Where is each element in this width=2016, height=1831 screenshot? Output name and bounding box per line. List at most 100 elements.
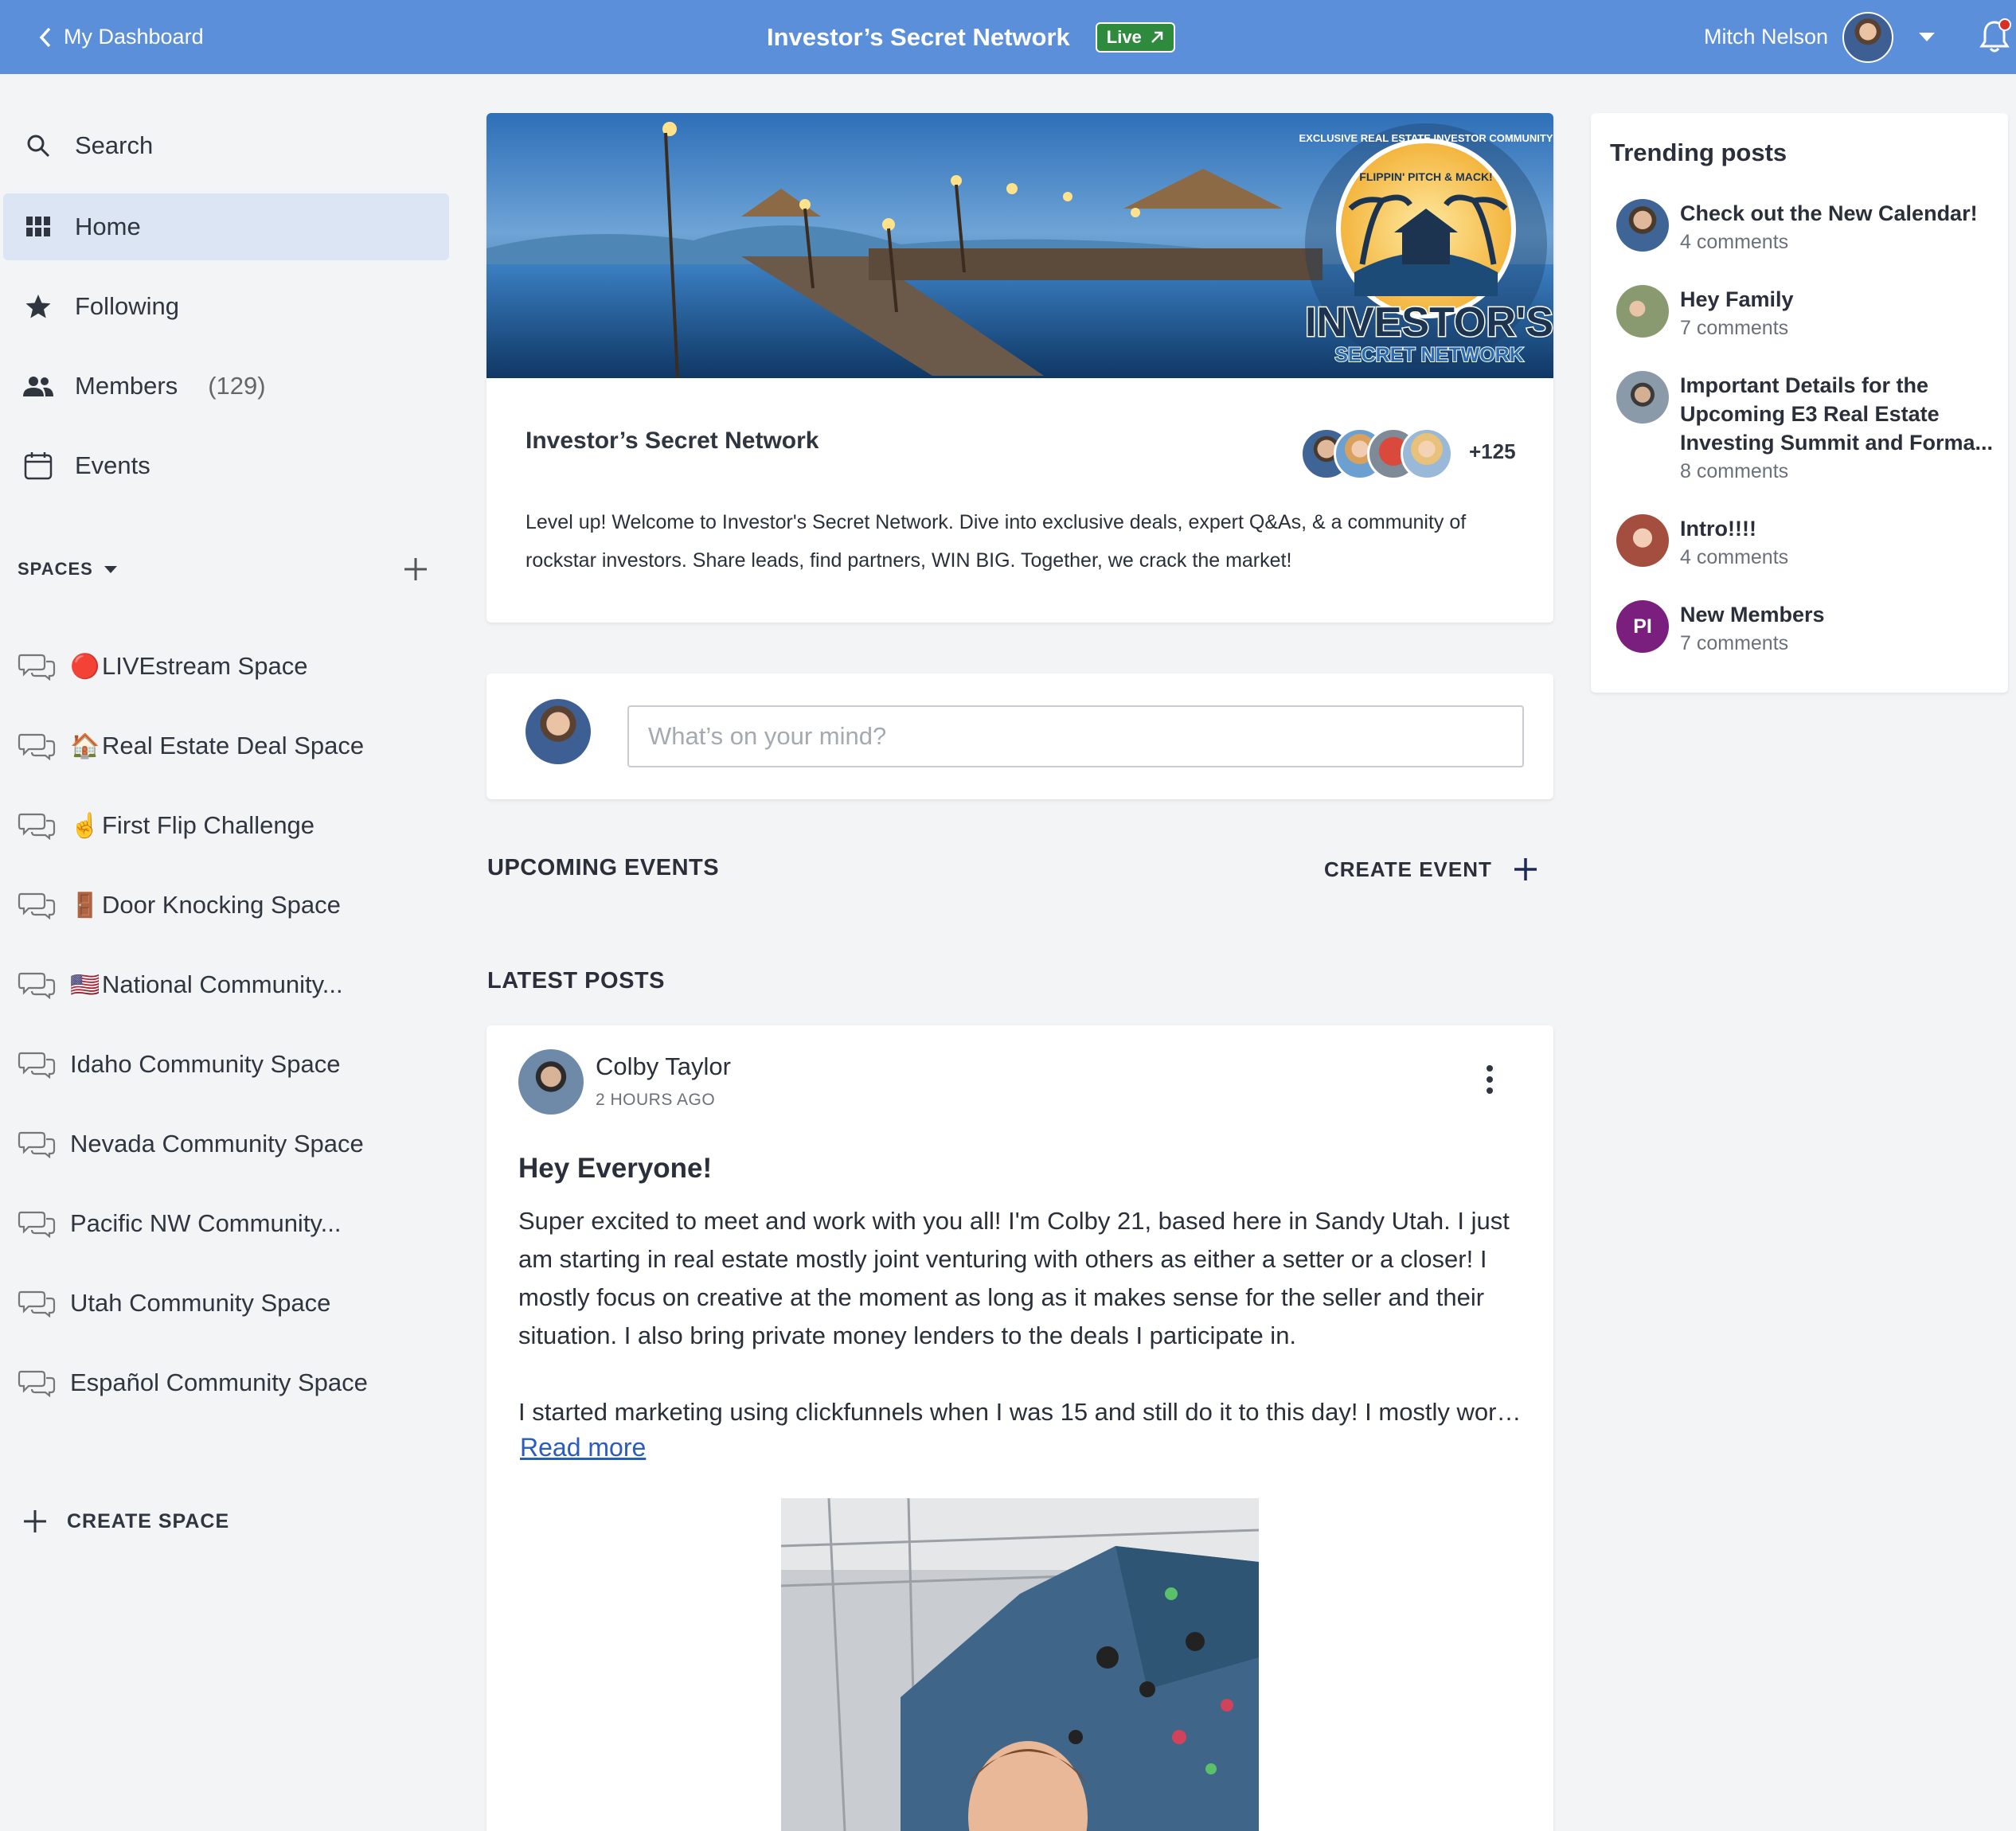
space-emoji: 🏠 <box>70 733 100 759</box>
members-count: (129) <box>208 372 266 400</box>
nav-label: Events <box>75 451 150 479</box>
search-icon <box>22 130 54 162</box>
nav-events[interactable]: Events <box>3 432 449 499</box>
latest-posts-title: LATEST POSTS <box>487 968 665 994</box>
nav-label: Home <box>75 213 141 240</box>
star-icon <box>22 291 54 322</box>
post-paragraph: Super excited to meet and work with you … <box>518 1207 1510 1349</box>
create-event-button[interactable]: CREATE EVENT <box>1324 852 1538 887</box>
chat-bubbles-icon <box>18 972 56 999</box>
member-avatar <box>1401 427 1453 480</box>
chat-bubbles-icon <box>18 1211 56 1238</box>
more-options-icon[interactable] <box>1483 1064 1496 1095</box>
chevron-left-icon <box>39 27 51 47</box>
nav-label: Members <box>75 372 178 400</box>
community-card: FLIPPIN' PITCH & MACK! EXCLUSIVE REAL ES… <box>486 113 1553 623</box>
chat-bubbles-icon <box>18 1370 56 1397</box>
trending-avatar <box>1616 199 1669 252</box>
trending-post-title: New Members <box>1680 603 1825 627</box>
space-name: Idaho Community Space <box>70 1050 341 1078</box>
trending-title: Trending posts <box>1610 139 1787 166</box>
space-item[interactable]: 🏠Real Estate Deal Space <box>18 718 447 774</box>
space-item[interactable]: Nevada Community Space <box>18 1116 447 1172</box>
chat-bubbles-icon <box>18 813 56 840</box>
upcoming-events-title: UPCOMING EVENTS <box>487 855 720 880</box>
trending-post-title: Check out the New Calendar! <box>1680 201 1978 225</box>
chat-bubbles-icon <box>18 892 56 919</box>
space-label: Utah Community Space <box>70 1289 330 1318</box>
read-more-link[interactable]: Read more <box>520 1433 646 1462</box>
trending-comment-count: 8 comments <box>1680 460 1789 482</box>
space-name: LIVEstream Space <box>102 652 308 680</box>
plus-icon <box>1514 858 1537 880</box>
external-link-icon <box>1151 31 1163 43</box>
space-label: 🏠Real Estate Deal Space <box>70 732 364 760</box>
space-label: 🇺🇸National Community... <box>70 970 343 999</box>
live-label: Live <box>1106 26 1142 47</box>
nav-search[interactable]: Search <box>3 112 449 179</box>
post-title[interactable]: Hey Everyone! <box>518 1153 712 1185</box>
nav-label: Following <box>75 292 179 320</box>
caret-down-icon <box>1919 33 1936 41</box>
top-bar: My Dashboard Investor’s Secret Network L… <box>0 0 2016 74</box>
space-item[interactable]: 🔴LIVEstream Space <box>18 638 447 694</box>
create-space-button[interactable]: CREATE SPACE <box>22 1497 229 1545</box>
grid-icon <box>22 211 54 243</box>
space-name: Español Community Space <box>70 1368 368 1396</box>
logo-ring-text: EXCLUSIVE REAL ESTATE INVESTOR COMMUNITY <box>1299 132 1553 144</box>
space-label: Español Community Space <box>70 1368 368 1397</box>
author-avatar[interactable] <box>518 1049 584 1115</box>
space-label: 🚪Door Knocking Space <box>70 891 341 919</box>
chat-bubbles-icon <box>18 1131 56 1158</box>
live-button[interactable]: Live <box>1095 21 1175 53</box>
chat-bubbles-icon <box>18 654 56 681</box>
post-image[interactable] <box>781 1498 1259 1831</box>
space-item[interactable]: Español Community Space <box>18 1355 447 1411</box>
calendar-icon <box>22 450 54 482</box>
user-menu[interactable]: Mitch Nelson <box>1704 0 1936 74</box>
sidebar: Search Home Following Members (129) Even… <box>0 74 462 1831</box>
spaces-header: SPACES <box>18 553 432 585</box>
nav-home[interactable]: Home <box>3 193 449 260</box>
space-item[interactable]: Utah Community Space <box>18 1275 447 1331</box>
chat-bubbles-icon <box>18 733 56 760</box>
space-item[interactable]: 🚪Door Knocking Space <box>18 877 447 933</box>
create-event-label: CREATE EVENT <box>1324 857 1492 881</box>
whats-on-your-mind-input[interactable] <box>627 705 1524 767</box>
space-name: National Community... <box>102 970 343 998</box>
space-item[interactable]: Pacific NW Community... <box>18 1196 447 1251</box>
spaces-toggle[interactable]: SPACES <box>18 559 93 580</box>
nav-members[interactable]: Members (129) <box>3 353 449 420</box>
space-item[interactable]: Idaho Community Space <box>18 1037 447 1092</box>
members-more-count[interactable]: +125 <box>1469 439 1516 464</box>
space-emoji: 🇺🇸 <box>70 972 100 998</box>
space-emoji: 🚪 <box>70 892 100 919</box>
space-name: Pacific NW Community... <box>70 1209 342 1237</box>
space-name: First Flip Challenge <box>102 811 315 839</box>
caret-down-icon[interactable] <box>104 565 117 573</box>
post-composer <box>486 673 1553 799</box>
trending-comment-count: 4 comments <box>1680 231 1789 253</box>
trending-comment-count: 7 comments <box>1680 317 1789 339</box>
space-item[interactable]: ☝️First Flip Challenge <box>18 798 447 853</box>
trending-avatar <box>1616 371 1669 424</box>
space-name: Nevada Community Space <box>70 1130 364 1158</box>
trending-posts-card: Trending posts Check out the New Calenda… <box>1591 113 2008 693</box>
space-item[interactable]: 🇺🇸National Community... <box>18 957 447 1013</box>
trending-post-title: Important Details for the Upcoming E3 Re… <box>1680 373 1994 455</box>
space-label: ☝️First Flip Challenge <box>70 811 315 840</box>
nav-following[interactable]: Following <box>3 273 449 340</box>
space-emoji: 🔴 <box>70 654 100 680</box>
people-icon <box>22 370 54 402</box>
logo-sub-text: SECRET NETWORK <box>1334 344 1524 366</box>
post-author[interactable]: Colby Taylor <box>596 1052 731 1081</box>
plus-icon <box>24 1510 46 1532</box>
trending-comment-count: 7 comments <box>1680 632 1789 654</box>
community-banner: FLIPPIN' PITCH & MACK! EXCLUSIVE REAL ES… <box>486 113 1553 378</box>
back-to-dashboard-link[interactable]: My Dashboard <box>38 0 204 74</box>
trending-avatar <box>1616 285 1669 338</box>
add-space-icon[interactable] <box>400 553 432 585</box>
post-timestamp: 2 HOURS AGO <box>596 1091 716 1109</box>
notification-bell-icon[interactable] <box>1978 18 2011 56</box>
space-label: Nevada Community Space <box>70 1130 364 1158</box>
